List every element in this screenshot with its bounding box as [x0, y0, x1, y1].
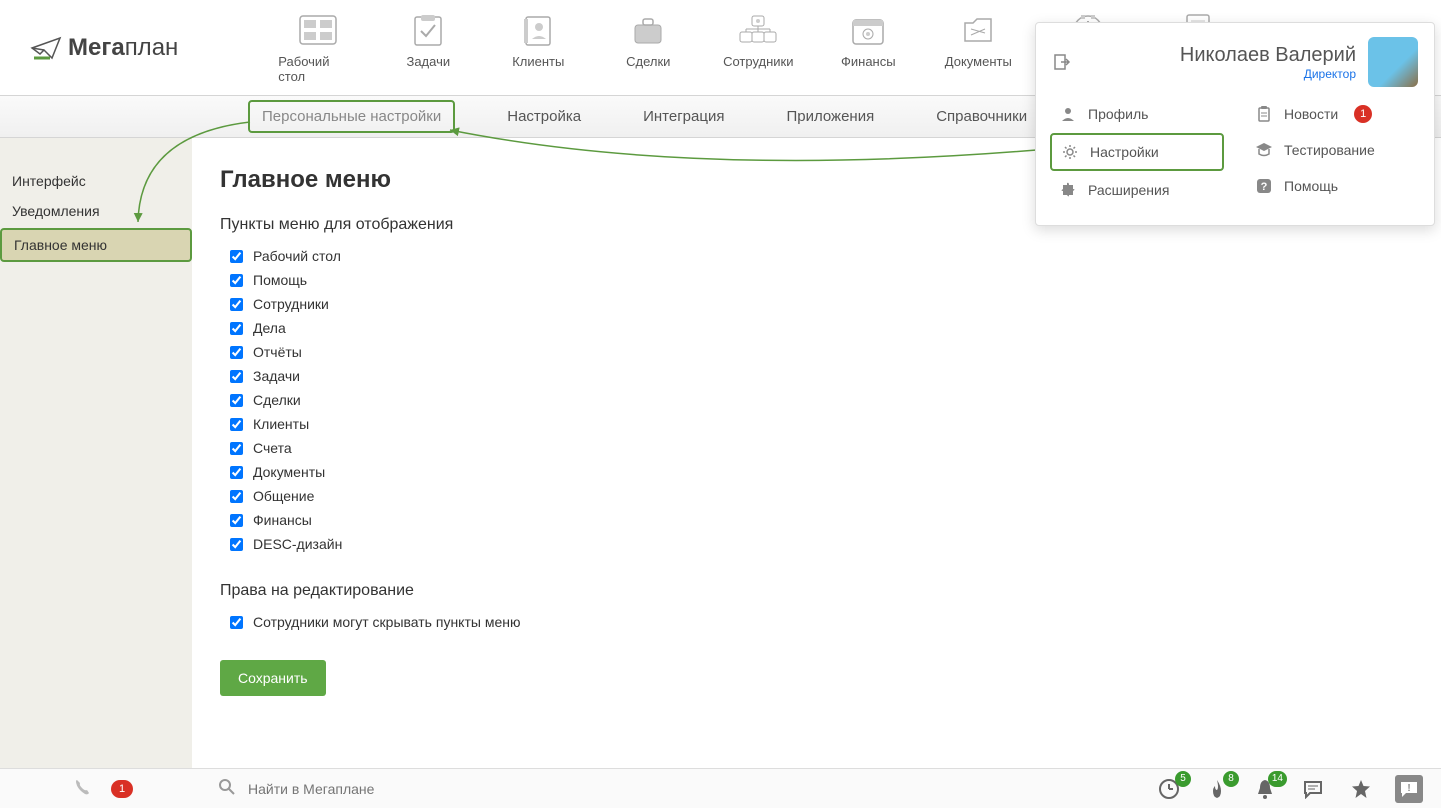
- logo[interactable]: Мегаплан: [30, 34, 178, 62]
- sidebar-item-notifications[interactable]: Уведомления: [0, 196, 192, 226]
- documents-icon: [961, 15, 995, 45]
- save-button[interactable]: Сохранить: [220, 660, 326, 696]
- user-link-profile[interactable]: Профиль: [1050, 97, 1224, 131]
- user-link-news[interactable]: Новости 1: [1246, 97, 1420, 131]
- finance-icon: [851, 14, 885, 46]
- user-links: Профиль Настройки Расширения Новости 1 Т…: [1036, 97, 1434, 215]
- admin-message-icon[interactable]: !: [1395, 775, 1423, 803]
- bottom-bar: 1 5 8 14 !: [0, 768, 1441, 808]
- gear-icon: [1060, 142, 1080, 162]
- user-link-settings[interactable]: Настройки: [1050, 133, 1224, 171]
- menu-items-list: Рабочий стол Помощь Сотрудники Дела Отчё…: [220, 248, 1401, 552]
- nav-employees[interactable]: Сотрудники: [718, 12, 798, 84]
- tab-apps[interactable]: Приложения: [776, 100, 884, 133]
- phone-block: 1: [8, 777, 198, 800]
- clients-icon: [522, 13, 554, 47]
- chat-icon[interactable]: [1299, 775, 1327, 803]
- puzzle-icon: [1058, 180, 1078, 200]
- search-icon: [218, 778, 236, 799]
- rights-list: Сотрудники могут скрывать пункты меню: [220, 614, 1401, 630]
- sidebar-item-mainmenu[interactable]: Главное меню: [0, 228, 192, 262]
- user-link-help[interactable]: ? Помощь: [1246, 169, 1420, 203]
- bell-icon[interactable]: 14: [1251, 775, 1279, 803]
- cb-employees[interactable]: [230, 298, 243, 311]
- avatar[interactable]: [1368, 37, 1418, 87]
- main: Интерфейс Уведомления Главное меню Главн…: [0, 138, 1441, 768]
- nav-finance[interactable]: Финансы: [828, 12, 908, 84]
- cb-documents[interactable]: [230, 466, 243, 479]
- news-badge: 1: [1354, 105, 1372, 123]
- user-name: Николаев Валерий: [1084, 44, 1356, 67]
- nav-deals[interactable]: Сделки: [608, 12, 688, 84]
- sidebar: Интерфейс Уведомления Главное меню: [0, 138, 192, 768]
- nav-desktop[interactable]: Рабочий стол: [278, 12, 358, 84]
- phone-icon[interactable]: [73, 777, 93, 800]
- employees-icon: [738, 14, 778, 46]
- svg-text:?: ?: [1261, 181, 1268, 193]
- bottom-icons: 5 8 14 !: [1155, 775, 1433, 803]
- user-role: Директор: [1084, 67, 1356, 81]
- cb-tasks[interactable]: [230, 370, 243, 383]
- graduation-icon: [1254, 140, 1274, 160]
- phone-badge: 1: [111, 780, 133, 798]
- deals-icon: [629, 15, 667, 45]
- cb-desc-design[interactable]: [230, 538, 243, 551]
- tasks-icon: [411, 13, 445, 47]
- nav-clients[interactable]: Клиенты: [498, 12, 578, 84]
- cb-clients[interactable]: [230, 418, 243, 431]
- cb-finance[interactable]: [230, 514, 243, 527]
- user-panel: Николаев Валерий Директор Профиль Настро…: [1035, 22, 1435, 226]
- svg-text:!: !: [1407, 783, 1410, 794]
- section-rights: Права на редактирование: [220, 582, 1401, 600]
- cb-accounts[interactable]: [230, 442, 243, 455]
- clipboard-icon: [1254, 104, 1274, 124]
- cb-employees-can-hide[interactable]: [230, 616, 243, 629]
- sidebar-item-interface[interactable]: Интерфейс: [0, 166, 192, 196]
- cb-deals[interactable]: [230, 394, 243, 407]
- logo-text: Мегаплан: [68, 34, 178, 62]
- person-icon: [1058, 104, 1078, 124]
- cb-affairs[interactable]: [230, 322, 243, 335]
- help-icon: ?: [1254, 176, 1274, 196]
- cb-reports[interactable]: [230, 346, 243, 359]
- cb-help[interactable]: [230, 274, 243, 287]
- content: Главное меню Пункты меню для отображения…: [192, 138, 1441, 768]
- nav-tasks[interactable]: Задачи: [388, 12, 468, 84]
- star-icon[interactable]: [1347, 775, 1375, 803]
- tab-integration[interactable]: Интеграция: [633, 100, 734, 133]
- nav-documents[interactable]: Документы: [938, 12, 1018, 84]
- tab-setup[interactable]: Настройка: [497, 100, 591, 133]
- exit-icon[interactable]: [1052, 52, 1072, 72]
- tab-dirs[interactable]: Справочники: [926, 100, 1037, 133]
- search-input[interactable]: [248, 781, 548, 797]
- clock-reminder-icon[interactable]: 5: [1155, 775, 1183, 803]
- cb-communication[interactable]: [230, 490, 243, 503]
- user-link-testing[interactable]: Тестирование: [1246, 133, 1420, 167]
- cb-desktop[interactable]: [230, 250, 243, 263]
- search-block: [198, 778, 1155, 799]
- fire-icon[interactable]: 8: [1203, 775, 1231, 803]
- desktop-icon: [298, 14, 338, 46]
- user-header: Николаев Валерий Директор: [1036, 23, 1434, 97]
- logo-icon: [30, 34, 64, 62]
- tab-personal-settings[interactable]: Персональные настройки: [248, 100, 455, 133]
- user-link-extensions[interactable]: Расширения: [1050, 173, 1224, 207]
